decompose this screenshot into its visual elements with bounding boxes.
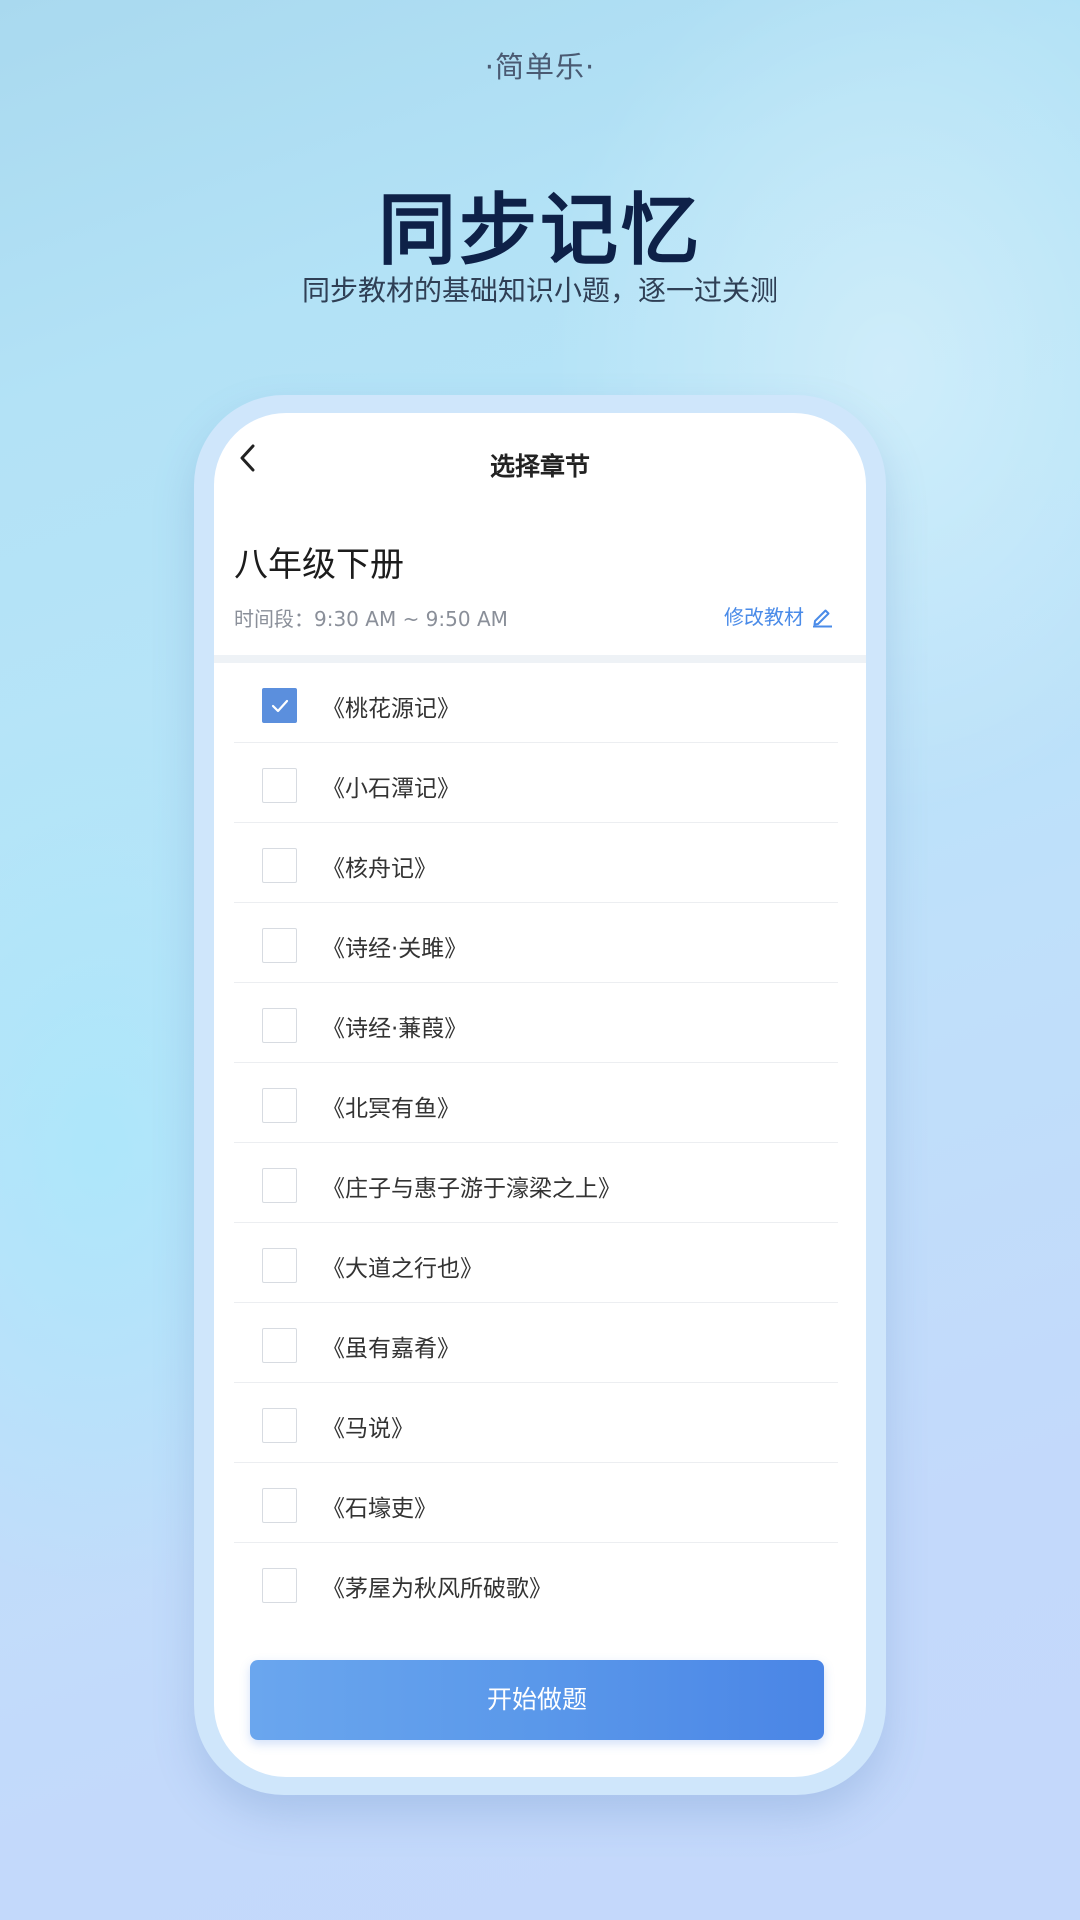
chapter-checkbox[interactable] <box>262 688 297 723</box>
edit-textbook-button[interactable]: 修改教材 <box>724 601 834 630</box>
chapter-label: 《核舟记》 <box>322 856 437 882</box>
chapter-label: 《马说》 <box>322 1416 414 1442</box>
phone-screen: 选择章节 八年级下册 时间段：9:30 AM ~ 9:50 AM 修改教材 《桃… <box>214 413 866 1777</box>
chapter-label: 《石壕吏》 <box>322 1496 437 1522</box>
chapter-label: 《桃花源记》 <box>322 696 460 722</box>
chapter-label: 《大道之行也》 <box>322 1256 483 1282</box>
chapter-row[interactable]: 《茅屋为秋风所破歌》 <box>234 1543 838 1623</box>
divider <box>214 655 866 663</box>
chapter-row[interactable]: 《大道之行也》 <box>234 1223 838 1303</box>
chapter-checkbox[interactable] <box>262 1408 297 1443</box>
page: ·简单乐· 同步记忆 同步教材的基础知识小题，逐一过关测 选择章节 八年级下册 … <box>0 0 1080 1920</box>
chapter-checkbox[interactable] <box>262 1328 297 1363</box>
chapter-checkbox[interactable] <box>262 1088 297 1123</box>
chapter-row[interactable]: 《诗经·蒹葭》 <box>234 983 838 1063</box>
chapter-checkbox[interactable] <box>262 1248 297 1283</box>
chapter-checkbox[interactable] <box>262 1568 297 1603</box>
chapter-row[interactable]: 《石壕吏》 <box>234 1463 838 1543</box>
chapter-checkbox[interactable] <box>262 1168 297 1203</box>
chapter-checkbox[interactable] <box>262 928 297 963</box>
time-period: 时间段：9:30 AM ~ 9:50 AM <box>234 607 508 631</box>
chapter-row[interactable]: 《诗经·关雎》 <box>234 903 838 983</box>
chapter-label: 《庄子与惠子游于濠梁之上》 <box>322 1176 621 1202</box>
chapter-label: 《虽有嘉肴》 <box>322 1336 460 1362</box>
chapter-row[interactable]: 《桃花源记》 <box>234 663 838 743</box>
chapter-checkbox[interactable] <box>262 1008 297 1043</box>
subheadline: 同步教材的基础知识小题，逐一过关测 <box>301 274 778 307</box>
chapter-row[interactable]: 《庄子与惠子游于濠梁之上》 <box>234 1143 838 1223</box>
chapter-list: 《桃花源记》 《小石潭记》 《核舟记》《诗经·关雎》 《诗经·蒹葭》 《北冥有鱼》《庄子… <box>234 663 838 1623</box>
phone-frame: 选择章节 八年级下册 时间段：9:30 AM ~ 9:50 AM 修改教材 《桃… <box>194 395 886 1795</box>
pencil-icon <box>813 609 832 627</box>
chapter-label: 《诗经·关雎》 <box>322 936 468 962</box>
chapter-checkbox[interactable] <box>262 1488 297 1523</box>
chapter-label: 《诗经·蒹葭》 <box>322 1016 468 1042</box>
chapter-label: 《北冥有鱼》 <box>322 1096 460 1122</box>
chapter-row[interactable]: 《小石潭记》 <box>234 743 838 823</box>
chapter-row[interactable]: 《北冥有鱼》 <box>234 1063 838 1143</box>
chapter-label: 《小石潭记》 <box>322 776 460 802</box>
chapter-row[interactable]: 《马说》 <box>234 1383 838 1463</box>
headline: 同步记忆 <box>377 186 702 276</box>
chapter-row[interactable]: 《核舟记》 <box>234 823 838 903</box>
chapter-checkbox[interactable] <box>262 768 297 803</box>
textbook-title: 八年级下册 <box>234 545 404 585</box>
chapter-checkbox[interactable] <box>262 848 297 883</box>
chapter-row[interactable]: 《虽有嘉肴》 <box>234 1303 838 1383</box>
nav-bar: 选择章节 <box>214 413 866 503</box>
tagline: ·简单乐· <box>484 50 596 84</box>
chapter-label: 《茅屋为秋风所破歌》 <box>322 1576 552 1602</box>
start-quiz-button[interactable]: 开始做题 <box>250 1660 824 1740</box>
checkmark-icon <box>271 699 288 712</box>
page-title: 选择章节 <box>489 452 590 481</box>
edit-textbook-label: 修改教材 <box>724 605 804 629</box>
